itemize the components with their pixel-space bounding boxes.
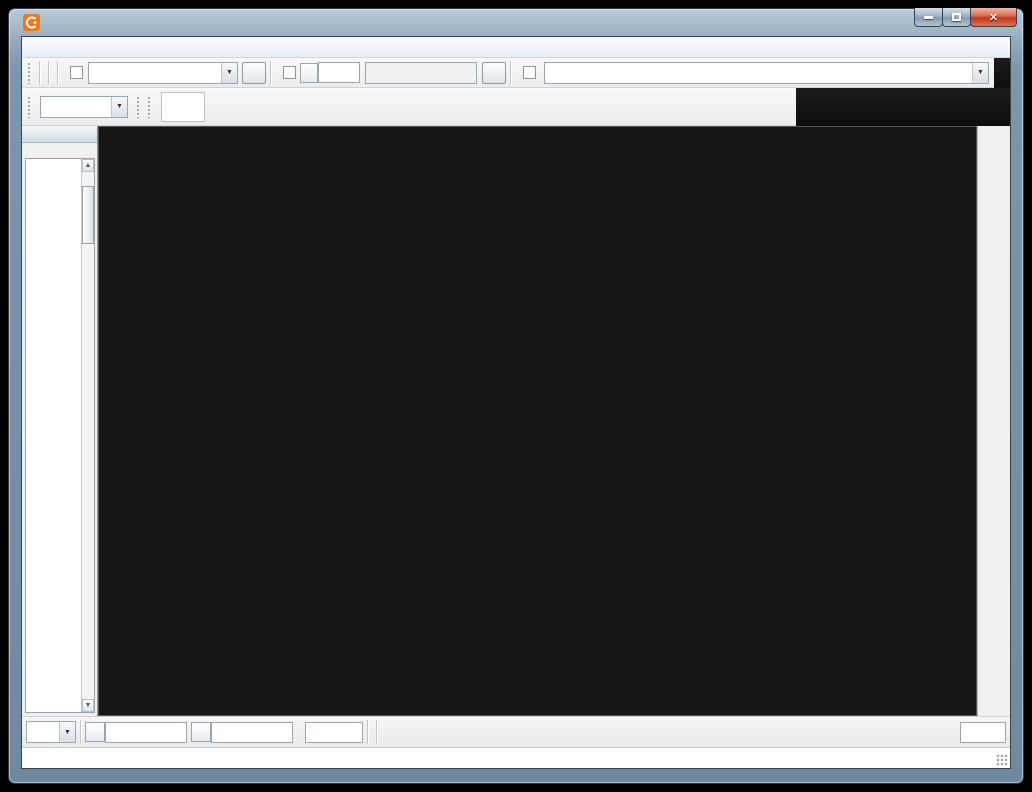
close-icon: ✕: [989, 11, 998, 24]
maximize-button[interactable]: [942, 8, 971, 27]
shape-file-combo[interactable]: ▼: [88, 62, 238, 84]
main-area: ▲ ▼: [22, 126, 1010, 716]
chevron-down-icon: ▼: [972, 63, 988, 83]
layers-panel-header[interactable]: [22, 126, 97, 143]
chevron-down-icon: ▼: [221, 63, 237, 83]
main-toolbar-row: ▼ ▼: [22, 58, 1010, 88]
scroll-up-icon[interactable]: ▲: [82, 159, 94, 172]
only-net-checkbox[interactable]: [523, 66, 536, 79]
only-shape-checkbox[interactable]: [70, 66, 83, 79]
unit-combo[interactable]: ▼: [26, 721, 76, 743]
app-window: ✕ ▼: [8, 8, 1024, 784]
net-combo[interactable]: ▼: [544, 62, 989, 84]
minimize-icon: [924, 16, 933, 19]
dock-background: [796, 88, 1010, 126]
toolbar-grip[interactable]: [27, 96, 32, 118]
status-bar: [22, 747, 1010, 768]
grid-spacing-input[interactable]: [960, 722, 1006, 743]
layer-list-scrollbar[interactable]: ▲ ▼: [81, 159, 94, 712]
resize-grip[interactable]: [996, 754, 1008, 766]
previous-shape-button[interactable]: [242, 62, 266, 84]
app-icon: [23, 14, 40, 31]
x-coordinate-button[interactable]: [85, 722, 105, 742]
zoom-input[interactable]: [305, 722, 363, 743]
screen: ✕ ▼: [0, 0, 1032, 792]
y-coordinate-input[interactable]: [211, 722, 293, 743]
pcb-canvas[interactable]: [98, 126, 977, 716]
status-toolbar: ▼: [22, 716, 1010, 747]
view-eye-button[interactable]: [161, 92, 205, 122]
previous-dcode-button[interactable]: [482, 62, 506, 84]
layers-panel: ▲ ▼: [22, 126, 98, 716]
toolbar-grip[interactable]: [147, 96, 152, 118]
close-button[interactable]: ✕: [970, 8, 1017, 27]
maximize-icon: [952, 13, 961, 21]
layer-list: ▲ ▼: [25, 158, 95, 713]
menu-bar: [22, 37, 1010, 58]
item-filter-combo[interactable]: ▼: [40, 96, 128, 118]
y-coordinate-button[interactable]: [191, 722, 211, 742]
dcode-number-input[interactable]: [318, 62, 360, 83]
dock-background: [994, 58, 1010, 88]
chevron-down-icon: ▼: [111, 97, 127, 117]
toolbar-grip[interactable]: [27, 62, 32, 84]
minimize-button[interactable]: [914, 8, 943, 27]
only-dcode-checkbox[interactable]: [283, 66, 296, 79]
dcode-info-box: [365, 62, 477, 84]
chevron-down-icon: ▼: [59, 722, 75, 742]
x-coordinate-input[interactable]: [105, 722, 187, 743]
secondary-toolbar-row: ▼: [22, 88, 1010, 126]
dcode-button[interactable]: [300, 63, 318, 83]
edit-toolbar: [977, 126, 1010, 716]
toolbar-grip[interactable]: [136, 96, 141, 118]
scroll-down-icon[interactable]: ▼: [82, 699, 94, 712]
client-area: ▼ ▼: [21, 36, 1011, 769]
title-bar[interactable]: ✕: [9, 9, 1023, 36]
scrollbar-thumb[interactable]: [82, 186, 94, 244]
